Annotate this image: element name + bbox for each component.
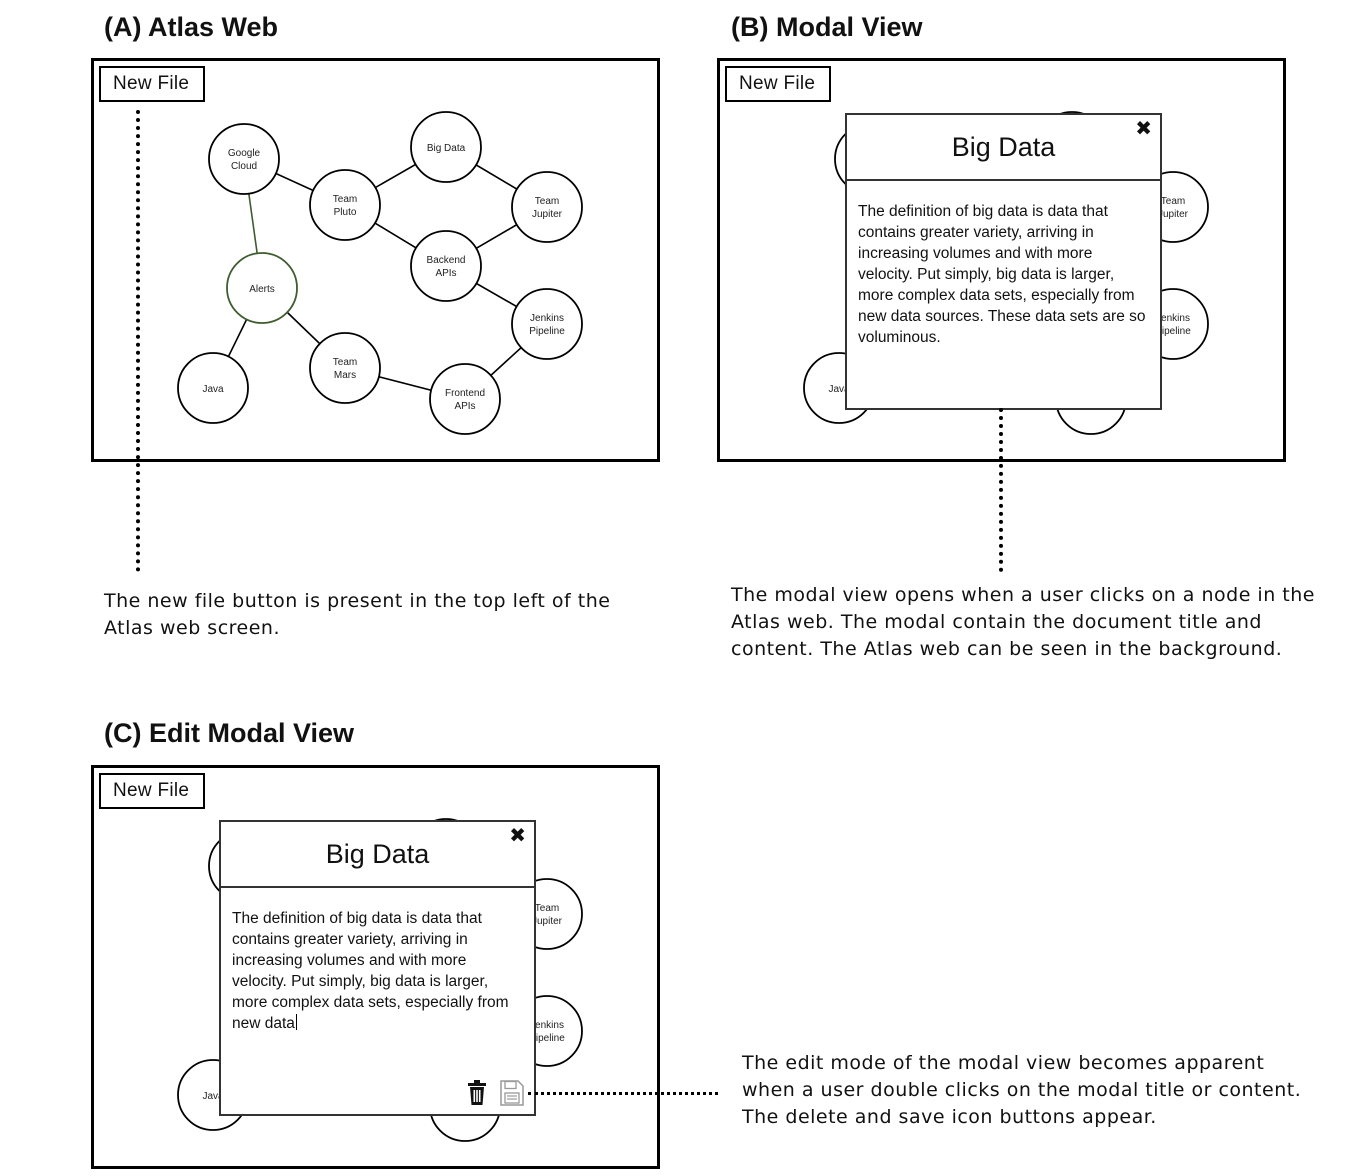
node-label: Team [1161,196,1185,207]
node-jenkins-pipeline[interactable]: Jenkins Pipeline [511,288,583,360]
document-modal: Big Data ✖ The definition of big data is… [845,113,1162,410]
node-big-data[interactable]: Big Data [410,111,482,183]
node-label: Google [228,148,261,159]
save-icon[interactable] [500,1080,524,1106]
node-team-pluto[interactable]: Team Pluto [309,169,381,241]
node-google-cloud[interactable]: Google Cloud [208,123,280,195]
node-label: Alerts [249,284,275,295]
node-label: Backend [427,255,466,266]
new-file-button[interactable]: New File [99,773,205,809]
close-icon[interactable]: ✖ [509,825,526,847]
node-label: Jenkins [530,313,564,324]
node-label: Big Data [427,143,466,154]
node-label: Frontend [445,388,485,399]
modal-content[interactable]: The definition of big data is data that … [858,201,1148,348]
close-icon[interactable]: ✖ [1135,118,1152,140]
node-team-mars[interactable]: Team Mars [309,332,381,404]
panel-a-title: (A) Atlas Web [104,12,279,42]
node-label: Team [535,196,559,207]
new-file-button[interactable]: New File [725,66,831,102]
node-label: Team [535,903,559,914]
node-label: Mars [334,370,356,381]
node-team-jupiter[interactable]: Team Jupiter [511,171,583,243]
node-backend-apis[interactable]: Backend APIs [410,230,482,302]
dotted-connector-c [528,1092,718,1095]
node-label: Pipeline [529,326,565,337]
panel-c-title: (C) Edit Modal View [104,718,355,748]
modal-content-editor[interactable]: The definition of big data is data that … [232,908,522,1034]
panel-c-caption: The edit mode of the modal view becomes … [742,1052,1302,1128]
node-label: Jupiter [1158,209,1189,220]
panel-a-frame: Google Cloud Big Data Team Pluto Team Ju… [91,58,660,462]
node-alerts[interactable]: Alerts [226,252,298,324]
modal-title[interactable]: Big Data [847,115,1160,181]
node-label: Java [202,384,224,395]
node-label: APIs [435,268,456,279]
panel-b-frame: Team Jupiter Jenkins Pipeline Java APIs … [717,58,1286,462]
dotted-connector-a [136,110,140,572]
node-label: APIs [454,401,475,412]
node-label: Jupiter [532,209,563,220]
node-label: Cloud [231,161,257,172]
panel-b-title: (B) Modal View [731,12,923,42]
dotted-connector-b [999,408,1003,572]
node-java[interactable]: Java [177,352,249,424]
edit-document-modal: Big Data ✖ The definition of big data is… [219,820,536,1116]
text-cursor [295,1014,297,1030]
trash-icon[interactable] [467,1080,487,1106]
node-label: Team [333,357,357,368]
node-label: Pluto [334,207,357,218]
panel-a-caption: The new file button is present in the to… [104,590,611,639]
modal-title-editable[interactable]: Big Data [221,822,534,888]
node-label: Team [333,194,357,205]
new-file-button[interactable]: New File [99,66,205,102]
modal-content-text: The definition of big data is data that … [232,910,509,1032]
panel-c-frame: Team Jupiter Jenkins Pipeline Java APIs … [91,765,660,1169]
node-frontend-apis[interactable]: Frontend APIs [429,363,501,435]
panel-b-caption: The modal view opens when a user clicks … [731,584,1315,660]
node-label: Jupiter [532,916,563,927]
atlas-web-graph-a: Google Cloud Big Data Team Pluto Team Ju… [177,111,583,435]
